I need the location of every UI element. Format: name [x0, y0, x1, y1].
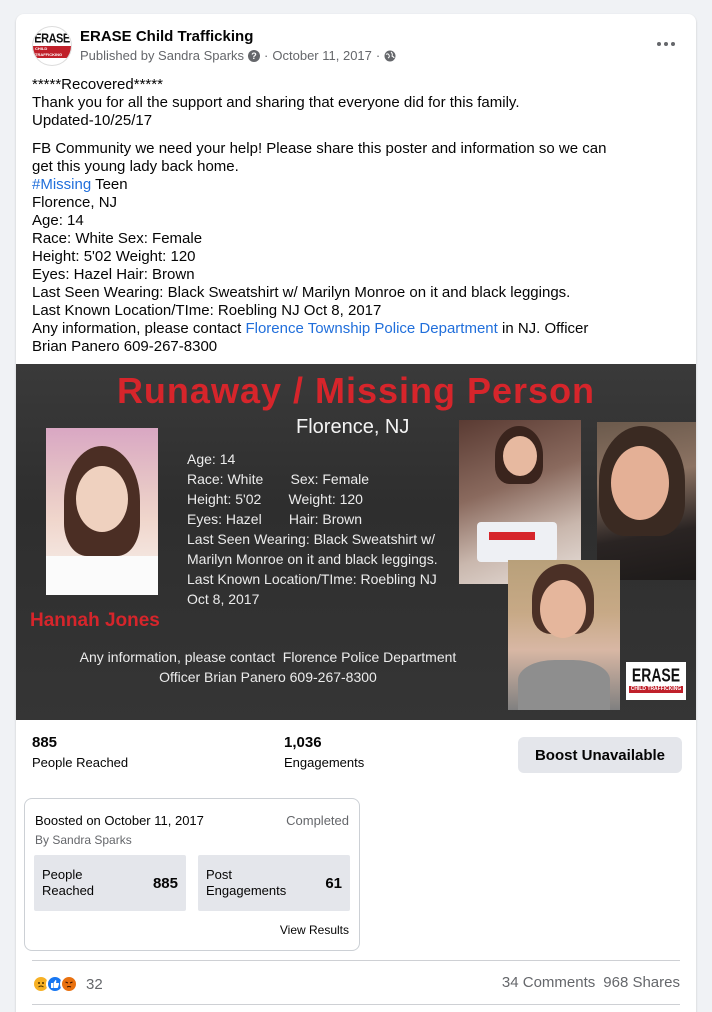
boost-unavailable-button[interactable]: Boost Unavailable [518, 737, 682, 773]
people-reached-stat: 885 People Reached [32, 734, 128, 770]
comments-count-link[interactable]: 34 Comments [502, 974, 595, 991]
poster-person-name: Hannah Jones [30, 610, 160, 631]
boost-status: Completed [286, 813, 349, 828]
poster-contact: Any information, please contact Florence… [68, 647, 468, 687]
post-text-line: Brian Panero 609-267-8300 [32, 338, 218, 355]
poster-location: Florence, NJ [296, 416, 410, 438]
post-text-line: Updated-10/25/17 [32, 112, 153, 129]
boost-people-reached-metric: People Reached 885 [34, 855, 186, 911]
metric-label: People Reached [42, 867, 94, 899]
shares-count-link[interactable]: 968 Shares [603, 974, 680, 991]
smiling-photo [597, 422, 696, 580]
poster-detail-line: Marilyn Monroe on it and black leggings. [187, 551, 438, 567]
post-text-line: Height: 5'02 Weight: 120 [32, 248, 196, 265]
poster-detail-line: Height: 5'02 Weight: 120 [187, 491, 363, 507]
angry-reaction-icon [60, 975, 78, 993]
section-divider [32, 1004, 680, 1005]
metric-label-line: People [42, 867, 83, 882]
page-name-link[interactable]: ERASE Child Trafficking [80, 28, 253, 45]
poster-detail-line: Eyes: Hazel Hair: Brown [187, 511, 363, 527]
poster-detail-line: Age: 14 [187, 451, 236, 467]
poster-logo-text: ERASE [631, 664, 681, 686]
poster-contact-line: Any information, please contact Florence… [79, 649, 457, 665]
post-header: ERASE CHILD TRAFFICKING ERASE Child Traf… [32, 26, 680, 70]
post-meta: Published by Sandra Sparks ? · October 1… [80, 48, 396, 63]
post-text-line: Race: White Sex: Female [32, 230, 203, 247]
avatar-logo-text: ERASE [34, 31, 70, 47]
missing-hashtag-link[interactable]: #Missing [32, 176, 91, 193]
poster-details: Age: 14 Race: White Sex: Female Height: … [187, 449, 438, 609]
missing-person-poster-image[interactable]: Runaway / Missing Person Florence, NJ Ag… [16, 364, 696, 720]
poster-contact-line: Officer Brian Panero 609-267-8300 [159, 669, 377, 685]
erase-logo: ERASE CHILD TRAFFICKING [626, 662, 686, 700]
engagement-counts: 34 Comments 968 Shares [502, 974, 680, 991]
boost-engagements-metric: Post Engagements 61 [198, 855, 350, 911]
engagements-label: Engagements [284, 755, 365, 770]
poster-detail-line: Last Known Location/TIme: Roebling NJ [187, 571, 437, 587]
globe-icon[interactable] [384, 50, 396, 62]
boost-date: Boosted on October 11, 2017 [35, 813, 204, 828]
engagements-stat: 1,036 Engagements [284, 734, 364, 770]
dot-icon [657, 42, 661, 46]
people-reached-value: 885 [32, 734, 58, 751]
metric-label-line: Reached [42, 883, 95, 898]
metric-label-line: Engagements [206, 883, 287, 898]
more-options-button[interactable] [652, 32, 680, 56]
poster-detail-line: Race: White Sex: Female [187, 471, 370, 487]
post-text-fragment: Any information, please contact [32, 320, 246, 337]
section-divider [32, 960, 680, 961]
engagements-value: 1,036 [284, 734, 322, 751]
post-text-line: Florence, NJ [32, 194, 118, 211]
post-text-line: Last Known Location/TIme: Roebling NJ Oc… [32, 302, 382, 319]
post-text-line: FB Community we need your help! Please s… [32, 140, 607, 157]
post-text-line: Eyes: Hazel Hair: Brown [32, 266, 195, 283]
boost-author: By Sandra Sparks [35, 833, 132, 847]
view-results-link[interactable]: View Results [280, 923, 349, 937]
metric-label-line: Post [206, 867, 233, 882]
poster-detail-line: Oct 8, 2017 [187, 591, 260, 607]
metric-label: Post Engagements [206, 867, 286, 899]
people-reached-label: People Reached [32, 755, 129, 770]
avatar-logo-subtext: CHILD TRAFFICKING [33, 46, 71, 58]
post-text-line: Age: 14 [32, 212, 84, 229]
reactions-summary[interactable]: 32 [32, 972, 103, 996]
metric-value: 61 [325, 875, 342, 892]
reaction-count: 32 [86, 975, 103, 993]
page-avatar[interactable]: ERASE CHILD TRAFFICKING [32, 26, 72, 66]
portrait-photo [46, 428, 158, 595]
post-text-line: *****Recovered***** [32, 76, 163, 93]
post-text-line: get this young lady back home. [32, 158, 239, 175]
closeup-photo [508, 560, 620, 710]
post-text-line: Last Seen Wearing: Black Sweatshirt w/ M… [32, 284, 571, 301]
post-text-fragment: in NJ. Officer [497, 320, 589, 337]
meta-separator: · [264, 48, 269, 63]
post-text-line: Thank you for all the support and sharin… [32, 94, 520, 111]
metric-value: 885 [152, 875, 178, 892]
poster-title: Runaway / Missing Person [116, 370, 596, 411]
post-insights: 885 People Reached 1,036 Engagements Boo… [16, 720, 696, 796]
post-date-link[interactable]: October 11, 2017 [272, 48, 372, 63]
dot-icon [671, 42, 675, 46]
post-card: ERASE CHILD TRAFFICKING ERASE Child Traf… [16, 14, 696, 1012]
poster-logo-subtext: CHILD TRAFFICKING [628, 686, 684, 693]
published-by-text: Published by Sandra Sparks [80, 48, 245, 63]
boost-summary-card: Boosted on October 11, 2017 Completed By… [24, 798, 360, 951]
post-text-fragment: Teen [91, 176, 128, 193]
meta-separator-2: · [375, 48, 381, 63]
police-department-link[interactable]: Florence Township Police Department [245, 320, 497, 337]
poster-detail-line: Last Seen Wearing: Black Sweatshirt w/ [187, 531, 435, 547]
question-icon[interactable]: ? [248, 49, 261, 62]
dot-icon [664, 42, 668, 46]
post-body: *****Recovered***** Thank you for all th… [32, 76, 682, 366]
